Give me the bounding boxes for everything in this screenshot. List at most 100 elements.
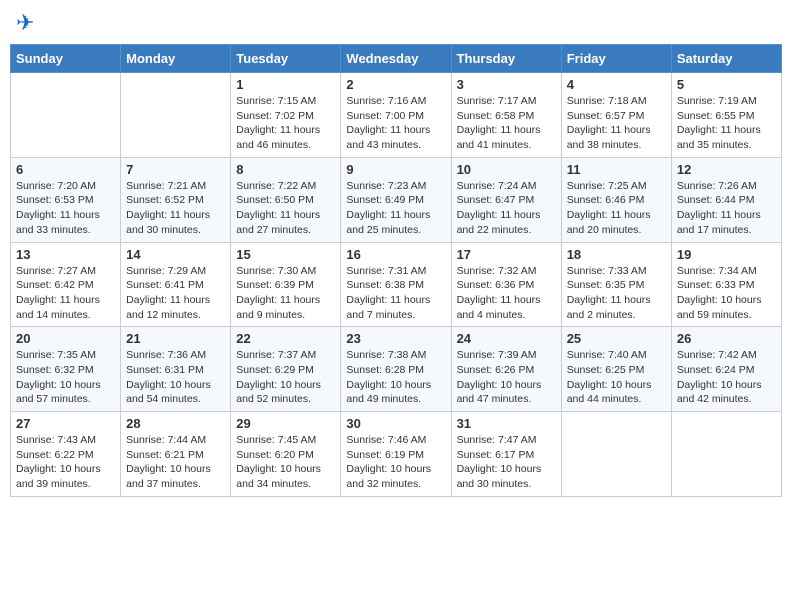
calendar-cell: [121, 73, 231, 158]
calendar-cell: [11, 73, 121, 158]
calendar-cell: 12 Sunrise: 7:26 AM Sunset: 6:44 PM Dayli…: [671, 157, 781, 242]
cell-content: Sunrise: 7:47 AM Sunset: 6:17 PM Dayligh…: [457, 433, 556, 492]
day-number: 31: [457, 416, 556, 431]
day-number: 16: [346, 247, 445, 262]
calendar-cell: 24 Sunrise: 7:39 AM Sunset: 6:26 PM Dayli…: [451, 327, 561, 412]
calendar-week-row: 6Sunrise: 7:20 AM Sunset: 6:53 PM Daylig…: [11, 157, 782, 242]
day-number: 23: [346, 331, 445, 346]
cell-content: Sunrise: 7:19 AM Sunset: 6:55 PM Dayligh…: [677, 94, 776, 153]
logo-bird-icon: ✈: [16, 10, 34, 35]
calendar-cell: 6Sunrise: 7:20 AM Sunset: 6:53 PM Daylig…: [11, 157, 121, 242]
day-number: 29: [236, 416, 335, 431]
calendar-cell: 2 Sunrise: 7:16 AM Sunset: 7:00 PM Daylig…: [341, 73, 451, 158]
day-number: 4: [567, 77, 666, 92]
cell-content: Sunrise: 7:45 AM Sunset: 6:20 PM Dayligh…: [236, 433, 335, 492]
logo-text: ✈: [14, 10, 34, 36]
calendar-cell: 30 Sunrise: 7:46 AM Sunset: 6:19 PM Dayli…: [341, 412, 451, 497]
day-number: 26: [677, 331, 776, 346]
calendar-week-row: 27Sunrise: 7:43 AM Sunset: 6:22 PM Dayli…: [11, 412, 782, 497]
day-number: 15: [236, 247, 335, 262]
cell-content: Sunrise: 7:25 AM Sunset: 6:46 PM Dayligh…: [567, 179, 666, 238]
calendar-cell: 10 Sunrise: 7:24 AM Sunset: 6:47 PM Dayli…: [451, 157, 561, 242]
cell-content: Sunrise: 7:16 AM Sunset: 7:00 PM Dayligh…: [346, 94, 445, 153]
day-of-week-header: Monday: [121, 45, 231, 73]
cell-content: Sunrise: 7:27 AM Sunset: 6:42 PM Dayligh…: [16, 264, 115, 323]
cell-content: Sunrise: 7:39 AM Sunset: 6:26 PM Dayligh…: [457, 348, 556, 407]
calendar-cell: 16 Sunrise: 7:31 AM Sunset: 6:38 PM Dayli…: [341, 242, 451, 327]
calendar-cell: 21Sunrise: 7:36 AM Sunset: 6:31 PM Dayli…: [121, 327, 231, 412]
cell-content: Sunrise: 7:35 AM Sunset: 6:32 PM Dayligh…: [16, 348, 115, 407]
cell-content: Sunrise: 7:32 AM Sunset: 6:36 PM Dayligh…: [457, 264, 556, 323]
calendar-week-row: 20 Sunrise: 7:35 AM Sunset: 6:32 PM Dayli…: [11, 327, 782, 412]
day-number: 30: [346, 416, 445, 431]
day-of-week-header: Friday: [561, 45, 671, 73]
calendar-cell: 19 Sunrise: 7:34 AM Sunset: 6:33 PM Dayli…: [671, 242, 781, 327]
calendar-cell: 31 Sunrise: 7:47 AM Sunset: 6:17 PM Dayli…: [451, 412, 561, 497]
cell-content: Sunrise: 7:31 AM Sunset: 6:38 PM Dayligh…: [346, 264, 445, 323]
day-number: 2: [346, 77, 445, 92]
cell-content: Sunrise: 7:21 AM Sunset: 6:52 PM Dayligh…: [126, 179, 225, 238]
day-of-week-header: Thursday: [451, 45, 561, 73]
logo: ✈: [14, 10, 34, 36]
calendar-cell: 18Sunrise: 7:33 AM Sunset: 6:35 PM Dayli…: [561, 242, 671, 327]
cell-content: Sunrise: 7:30 AM Sunset: 6:39 PM Dayligh…: [236, 264, 335, 323]
calendar-cell: 5Sunrise: 7:19 AM Sunset: 6:55 PM Daylig…: [671, 73, 781, 158]
day-number: 20: [16, 331, 115, 346]
cell-content: Sunrise: 7:22 AM Sunset: 6:50 PM Dayligh…: [236, 179, 335, 238]
calendar-cell: 22 Sunrise: 7:37 AM Sunset: 6:29 PM Dayli…: [231, 327, 341, 412]
calendar-cell: 3 Sunrise: 7:17 AM Sunset: 6:58 PM Daylig…: [451, 73, 561, 158]
calendar-cell: 11 Sunrise: 7:25 AM Sunset: 6:46 PM Dayli…: [561, 157, 671, 242]
calendar-cell: 7Sunrise: 7:21 AM Sunset: 6:52 PM Daylig…: [121, 157, 231, 242]
calendar-cell: 25 Sunrise: 7:40 AM Sunset: 6:25 PM Dayli…: [561, 327, 671, 412]
cell-content: Sunrise: 7:20 AM Sunset: 6:53 PM Dayligh…: [16, 179, 115, 238]
day-number: 1: [236, 77, 335, 92]
calendar-cell: 29 Sunrise: 7:45 AM Sunset: 6:20 PM Dayli…: [231, 412, 341, 497]
cell-content: Sunrise: 7:40 AM Sunset: 6:25 PM Dayligh…: [567, 348, 666, 407]
calendar-header-row: SundayMondayTuesdayWednesdayThursdayFrid…: [11, 45, 782, 73]
cell-content: Sunrise: 7:15 AM Sunset: 7:02 PM Dayligh…: [236, 94, 335, 153]
day-of-week-header: Saturday: [671, 45, 781, 73]
calendar-cell: [671, 412, 781, 497]
day-number: 13: [16, 247, 115, 262]
day-number: 11: [567, 162, 666, 177]
calendar-week-row: 13 Sunrise: 7:27 AM Sunset: 6:42 PM Dayli…: [11, 242, 782, 327]
cell-content: Sunrise: 7:23 AM Sunset: 6:49 PM Dayligh…: [346, 179, 445, 238]
cell-content: Sunrise: 7:34 AM Sunset: 6:33 PM Dayligh…: [677, 264, 776, 323]
calendar-cell: 9 Sunrise: 7:23 AM Sunset: 6:49 PM Daylig…: [341, 157, 451, 242]
day-number: 12: [677, 162, 776, 177]
cell-content: Sunrise: 7:29 AM Sunset: 6:41 PM Dayligh…: [126, 264, 225, 323]
page-header: ✈: [10, 10, 782, 36]
cell-content: Sunrise: 7:46 AM Sunset: 6:19 PM Dayligh…: [346, 433, 445, 492]
calendar-week-row: 1 Sunrise: 7:15 AM Sunset: 7:02 PM Daylig…: [11, 73, 782, 158]
calendar-cell: 26 Sunrise: 7:42 AM Sunset: 6:24 PM Dayli…: [671, 327, 781, 412]
cell-content: Sunrise: 7:43 AM Sunset: 6:22 PM Dayligh…: [16, 433, 115, 492]
calendar-cell: 23Sunrise: 7:38 AM Sunset: 6:28 PM Dayli…: [341, 327, 451, 412]
day-number: 9: [346, 162, 445, 177]
calendar-cell: 8 Sunrise: 7:22 AM Sunset: 6:50 PM Daylig…: [231, 157, 341, 242]
day-number: 10: [457, 162, 556, 177]
cell-content: Sunrise: 7:36 AM Sunset: 6:31 PM Dayligh…: [126, 348, 225, 407]
day-number: 17: [457, 247, 556, 262]
cell-content: Sunrise: 7:37 AM Sunset: 6:29 PM Dayligh…: [236, 348, 335, 407]
day-number: 3: [457, 77, 556, 92]
day-number: 8: [236, 162, 335, 177]
calendar-cell: 14Sunrise: 7:29 AM Sunset: 6:41 PM Dayli…: [121, 242, 231, 327]
day-number: 19: [677, 247, 776, 262]
cell-content: Sunrise: 7:42 AM Sunset: 6:24 PM Dayligh…: [677, 348, 776, 407]
day-number: 25: [567, 331, 666, 346]
day-number: 18: [567, 247, 666, 262]
day-of-week-header: Tuesday: [231, 45, 341, 73]
day-of-week-header: Sunday: [11, 45, 121, 73]
day-number: 22: [236, 331, 335, 346]
calendar-cell: 1 Sunrise: 7:15 AM Sunset: 7:02 PM Daylig…: [231, 73, 341, 158]
calendar-cell: [561, 412, 671, 497]
day-of-week-header: Wednesday: [341, 45, 451, 73]
calendar-cell: 15 Sunrise: 7:30 AM Sunset: 6:39 PM Dayli…: [231, 242, 341, 327]
calendar-table: SundayMondayTuesdayWednesdayThursdayFrid…: [10, 44, 782, 497]
cell-content: Sunrise: 7:24 AM Sunset: 6:47 PM Dayligh…: [457, 179, 556, 238]
cell-content: Sunrise: 7:17 AM Sunset: 6:58 PM Dayligh…: [457, 94, 556, 153]
cell-content: Sunrise: 7:26 AM Sunset: 6:44 PM Dayligh…: [677, 179, 776, 238]
day-number: 24: [457, 331, 556, 346]
cell-content: Sunrise: 7:44 AM Sunset: 6:21 PM Dayligh…: [126, 433, 225, 492]
calendar-cell: 17 Sunrise: 7:32 AM Sunset: 6:36 PM Dayli…: [451, 242, 561, 327]
